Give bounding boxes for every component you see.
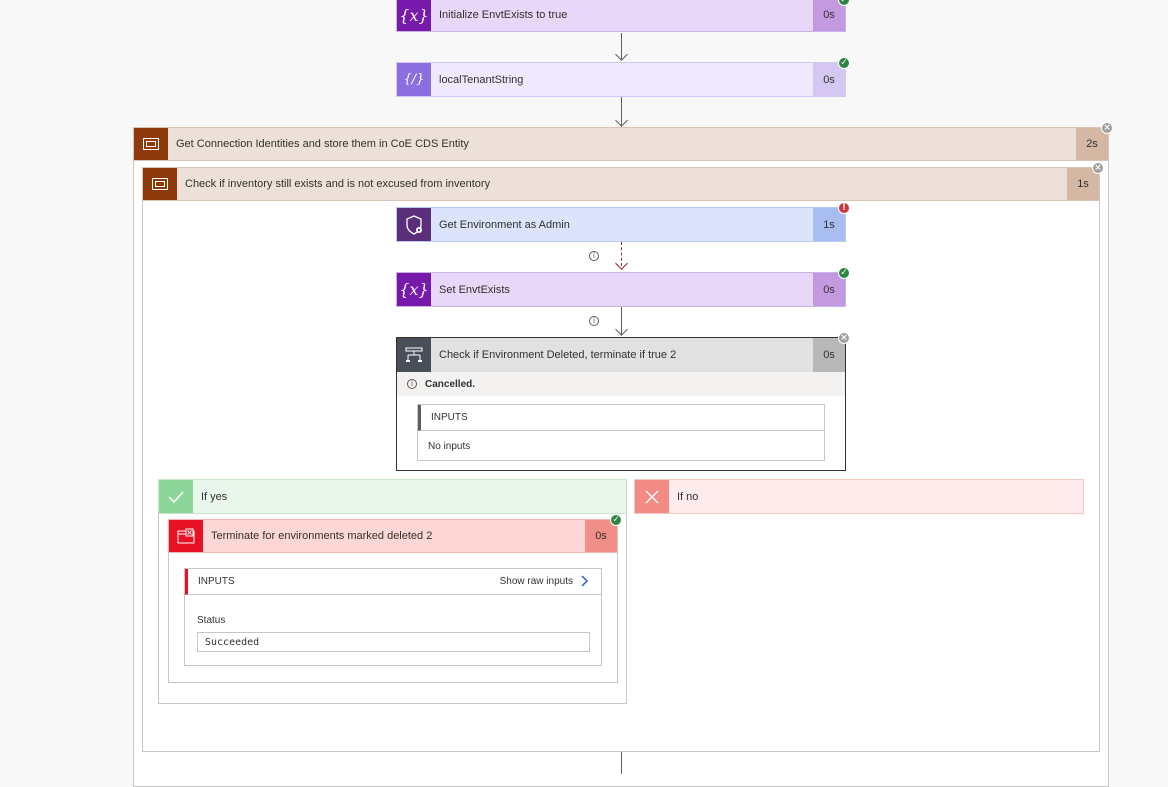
step-title: Get Environment as Admin (439, 218, 570, 231)
branch-if-yes-header[interactable]: If yes (158, 479, 627, 514)
info-icon[interactable]: i (589, 316, 599, 326)
connector-line (621, 752, 622, 774)
show-raw-label: Show raw inputs (499, 575, 573, 587)
arrow-down-icon (615, 114, 628, 127)
step-title: Initialize EnvtExists to true (439, 9, 568, 21)
close-icon (635, 480, 669, 513)
check-icon (159, 480, 193, 513)
success-badge-icon: ✓ (610, 514, 622, 526)
step-set-envtexists[interactable]: {x} Set EnvtExists 0s (396, 272, 846, 307)
inputs-header[interactable]: INPUTS (418, 405, 824, 431)
inputs-label: INPUTS (198, 576, 235, 587)
chevron-right-icon (581, 575, 589, 587)
step-title: Get Connection Identities and store them… (176, 138, 469, 150)
inputs-panel: INPUTS No inputs (417, 404, 825, 461)
branch-label: If no (677, 490, 699, 503)
terminate-icon (169, 520, 203, 552)
scope-icon (143, 168, 177, 200)
scope-icon (134, 128, 168, 160)
success-badge-icon: ✓ (838, 57, 850, 69)
variable-icon: {x} (397, 273, 431, 306)
arrow-down-icon (615, 48, 628, 61)
step-initialize-envtexists[interactable]: {x} Initialize EnvtExists to true 0s (396, 0, 846, 32)
status-field-label: Status (197, 615, 226, 626)
status-value-text: Succeeded (205, 636, 260, 648)
step-title: Check if inventory still exists and is n… (185, 178, 491, 190)
scope-check-inventory[interactable]: Check if inventory still exists and is n… (142, 167, 1100, 201)
step-title: Terminate for environments marked delete… (211, 530, 433, 542)
condition-icon (397, 338, 431, 372)
compose-icon: {∕} (397, 63, 431, 96)
info-icon: i (407, 379, 417, 389)
inputs-label: INPUTS (431, 412, 468, 423)
step-title: localTenantString (439, 73, 524, 86)
error-badge-icon: ! (838, 202, 850, 214)
step-title: Check if Environment Deleted, terminate … (439, 349, 677, 361)
status-text: Cancelled. (425, 378, 476, 390)
scope-get-connection-identities[interactable]: Get Connection Identities and store them… (133, 127, 1109, 161)
branch-if-no-header[interactable]: If no (634, 479, 1084, 514)
admin-shield-icon (397, 208, 431, 241)
step-get-environment-as-admin[interactable]: Get Environment as Admin 1s (396, 207, 846, 242)
step-localtenantstring[interactable]: {∕} localTenantString 0s (396, 62, 846, 97)
cancelled-badge-icon: × (1092, 162, 1104, 174)
variable-icon: {x} (397, 0, 431, 31)
inputs-value: No inputs (428, 441, 471, 452)
cancelled-badge-icon: × (838, 332, 850, 344)
branch-label: If yes (201, 490, 228, 503)
step-title: Set EnvtExists (439, 283, 510, 296)
show-raw-inputs-link[interactable]: Show raw inputs (500, 575, 589, 587)
status-field-value: Succeeded (197, 632, 590, 652)
cancelled-badge-icon: × (1101, 122, 1113, 134)
success-badge-icon: ✓ (838, 267, 850, 279)
status-bar: i Cancelled. (397, 372, 845, 396)
step-check-environment-deleted[interactable]: Check if Environment Deleted, terminate … (397, 338, 845, 372)
step-terminate[interactable]: Terminate for environments marked delete… (168, 519, 618, 553)
info-icon[interactable]: i (589, 251, 599, 261)
inputs-panel: INPUTS Show raw inputs Status Succeeded (184, 568, 602, 666)
